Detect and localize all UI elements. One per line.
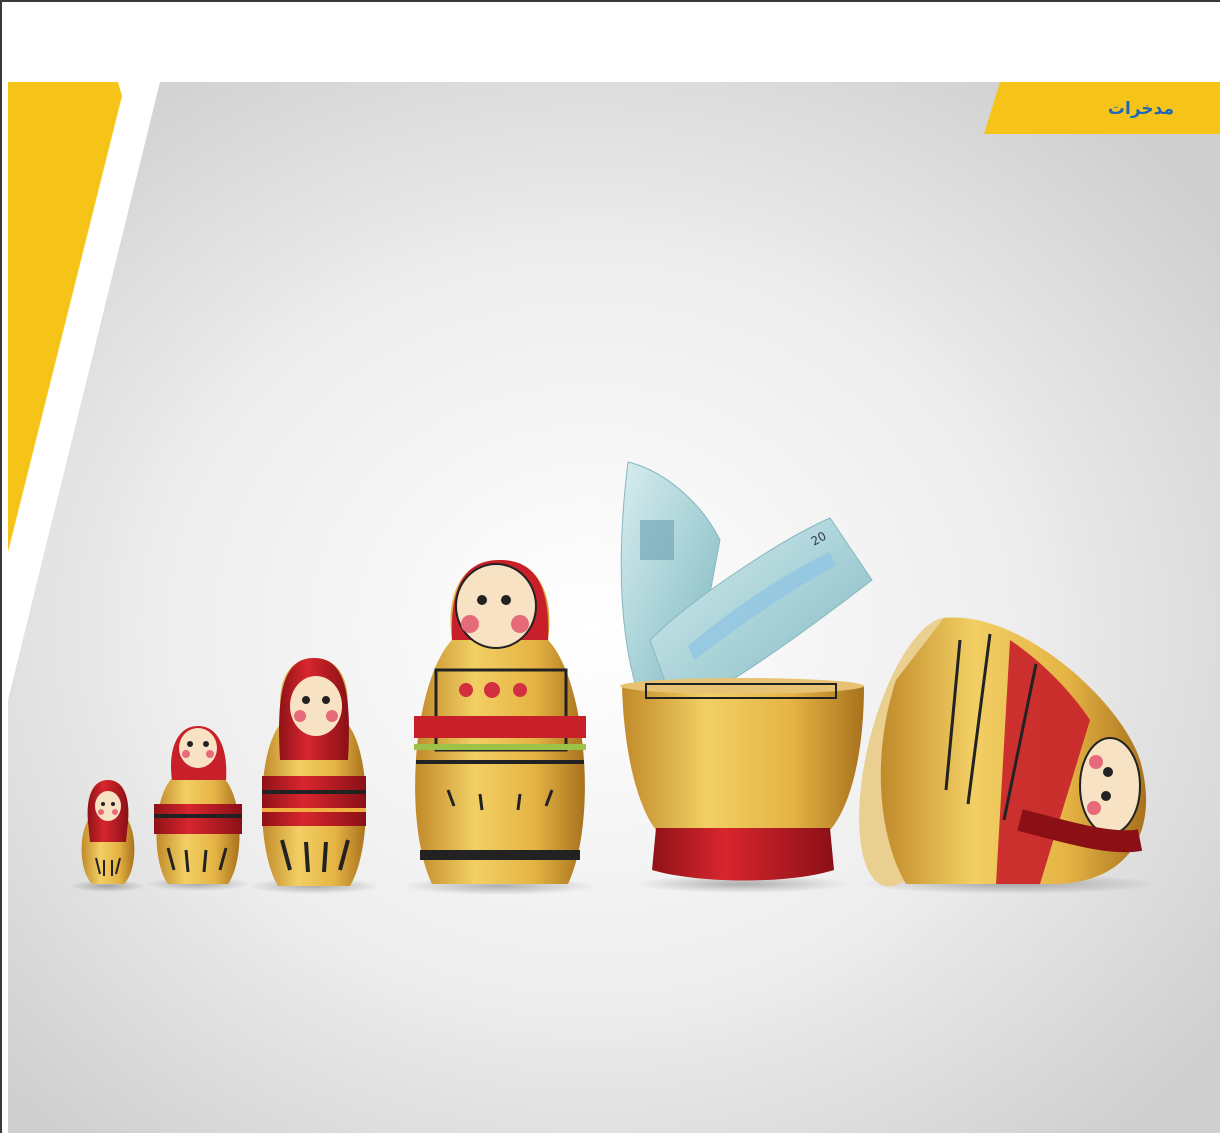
section-tag-shape: [984, 82, 1220, 134]
photo-background: [8, 82, 1220, 1133]
section-tag-label: مدخرات: [1107, 99, 1174, 119]
savings-photo: 20: [8, 82, 1220, 1133]
nesting-doll-5-open: [620, 678, 864, 881]
